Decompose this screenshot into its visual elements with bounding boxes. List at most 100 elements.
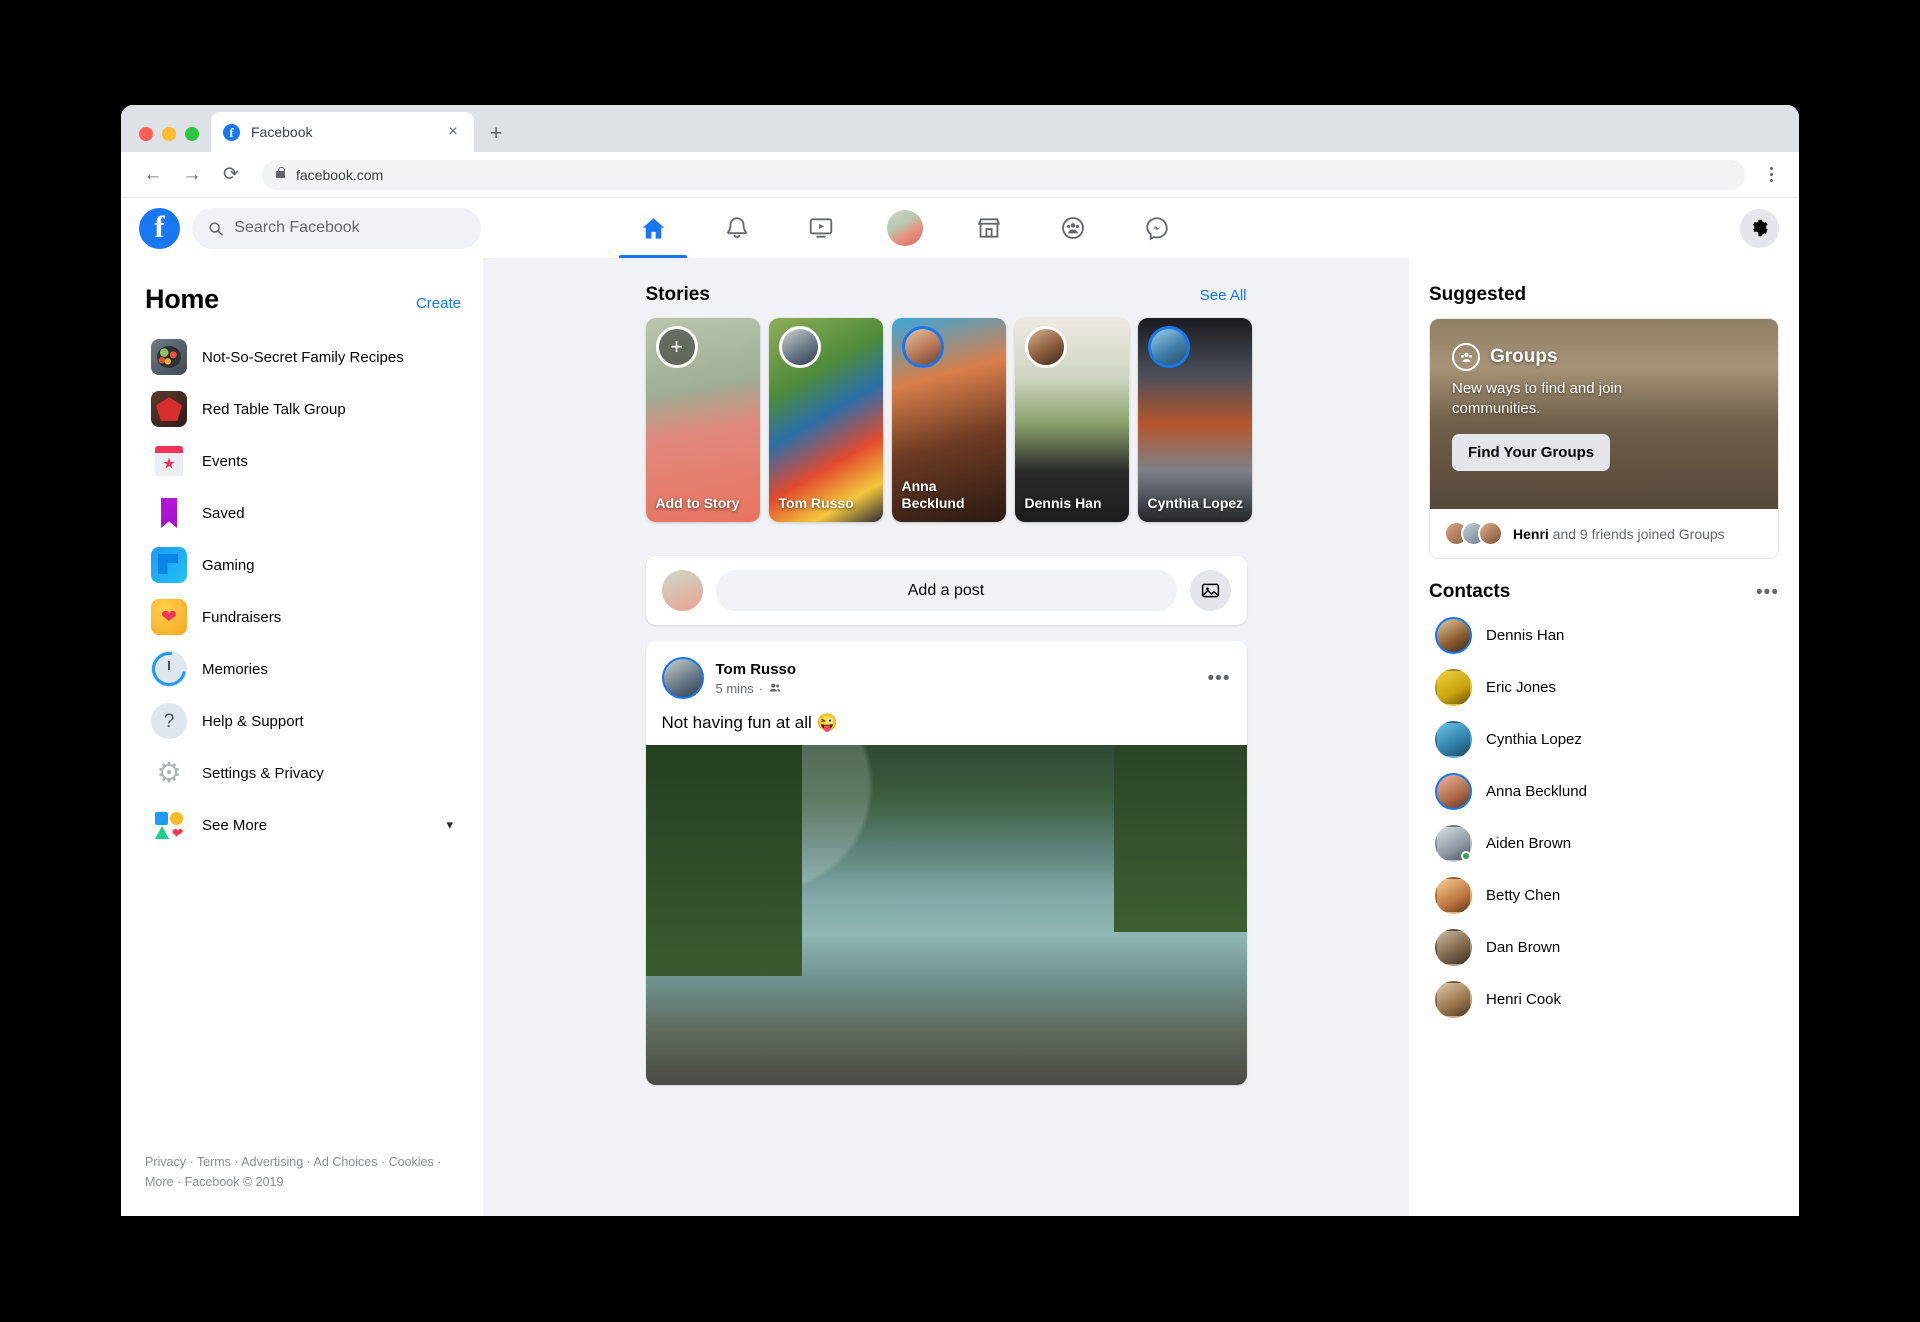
chevron-down-icon[interactable]: ▾ bbox=[446, 817, 453, 833]
close-tab-icon[interactable]: × bbox=[444, 124, 462, 140]
story-card[interactable]: Anna Becklund bbox=[891, 318, 1006, 522]
settings-button[interactable] bbox=[1740, 208, 1779, 248]
see-more-shapes-icon: ❤ bbox=[151, 807, 187, 843]
sidebar-item-red-table-talk[interactable]: Red Table Talk Group bbox=[143, 383, 461, 435]
find-your-groups-button[interactable]: Find Your Groups bbox=[1452, 433, 1611, 471]
groups-card-footer: Henri and 9 friends joined Groups bbox=[1430, 509, 1778, 558]
story-card[interactable]: Cynthia Lopez bbox=[1137, 318, 1252, 522]
browser-tab-strip: f Facebook × + bbox=[121, 105, 1799, 152]
saved-bookmark-icon bbox=[151, 495, 187, 531]
sidebar-item-label: Memories bbox=[202, 660, 268, 678]
contact-row[interactable]: Cynthia Lopez bbox=[1429, 713, 1779, 765]
contact-name: Betty Chen bbox=[1486, 886, 1561, 904]
stories-see-all-link[interactable]: See All bbox=[1200, 287, 1247, 304]
groups-badge: Groups bbox=[1452, 343, 1756, 371]
add-photo-button[interactable] bbox=[1189, 570, 1231, 611]
browser-toolbar: ← → ⟳ facebook.com bbox=[121, 152, 1799, 198]
composer-avatar bbox=[661, 570, 703, 611]
contact-row[interactable]: Anna Becklund bbox=[1429, 765, 1779, 817]
post-more-options-icon[interactable]: ••• bbox=[1208, 669, 1231, 688]
story-name: Dennis Han bbox=[1024, 494, 1102, 511]
gaming-icon bbox=[151, 547, 187, 583]
sidebar-item-label: Help & Support bbox=[202, 712, 304, 730]
contact-row[interactable]: Aiden Brown bbox=[1429, 817, 1779, 869]
maximize-window-button[interactable] bbox=[185, 127, 199, 141]
facebook-body: Home Create Not-So-Secret Family Recipes… bbox=[121, 258, 1799, 1216]
sidebar-item-see-more[interactable]: ❤ See More ▾ bbox=[143, 799, 461, 851]
back-icon[interactable]: ← bbox=[137, 159, 169, 191]
sidebar-item-label: See More bbox=[202, 816, 268, 834]
sidebar-item-label: Fundraisers bbox=[202, 608, 282, 626]
browser-tab[interactable]: f Facebook × bbox=[211, 112, 474, 152]
new-tab-button[interactable]: + bbox=[490, 123, 502, 144]
create-link[interactable]: Create bbox=[416, 295, 461, 312]
post-composer[interactable]: Add a post bbox=[645, 556, 1247, 625]
photo-icon bbox=[1201, 583, 1219, 598]
friends-icon bbox=[769, 683, 781, 692]
add-post-input[interactable]: Add a post bbox=[715, 570, 1177, 611]
groups-icon bbox=[1062, 217, 1084, 239]
browser-menu-icon[interactable] bbox=[1759, 167, 1783, 182]
stories-header: Stories See All bbox=[646, 284, 1247, 306]
sidebar-item-memories[interactable]: Memories bbox=[143, 643, 461, 695]
story-card-add[interactable]: + Add to Story bbox=[645, 318, 760, 522]
nav-marketplace[interactable] bbox=[947, 198, 1031, 258]
sidebar-item-fundraisers[interactable]: ❤ Fundraisers bbox=[143, 591, 461, 643]
sidebar-item-saved[interactable]: Saved bbox=[143, 487, 461, 539]
nav-groups[interactable] bbox=[1031, 198, 1115, 258]
feed-post: Tom Russo 5 mins · ••• Not having fun at… bbox=[645, 641, 1247, 1085]
contact-name: Aiden Brown bbox=[1486, 834, 1572, 852]
contacts-options-icon[interactable]: ••• bbox=[1756, 583, 1779, 602]
stories-row: + Add to Story Tom Russo Anna Becklund D… bbox=[645, 318, 1252, 522]
sidebar-item-gaming[interactable]: Gaming bbox=[143, 539, 461, 591]
story-card[interactable]: Tom Russo bbox=[768, 318, 883, 522]
sidebar-footer-links[interactable]: Privacy · Terms · Advertising · Ad Choic… bbox=[145, 1153, 465, 1192]
groups-icon bbox=[1452, 343, 1480, 371]
story-avatar bbox=[901, 326, 944, 368]
right-sidebar: Suggested Groups New ways to find and jo… bbox=[1409, 258, 1799, 1216]
lock-icon bbox=[276, 167, 285, 178]
profile-avatar bbox=[887, 210, 923, 246]
sidebar-item-label: Not-So-Secret Family Recipes bbox=[202, 348, 404, 366]
forward-icon[interactable]: → bbox=[176, 159, 208, 191]
sidebar-item-settings-privacy[interactable]: ⚙ Settings & Privacy bbox=[143, 747, 461, 799]
facebook-logo-icon[interactable]: f bbox=[139, 207, 180, 249]
contact-name: Eric Jones bbox=[1486, 678, 1557, 696]
help-question-icon: ? bbox=[151, 703, 187, 739]
sidebar-item-events[interactable]: ★ Events bbox=[143, 435, 461, 487]
minimize-window-button[interactable] bbox=[162, 127, 176, 141]
post-author-name[interactable]: Tom Russo bbox=[716, 661, 797, 678]
sidebar-item-help-support[interactable]: ? Help & Support bbox=[143, 695, 461, 747]
post-author-avatar[interactable] bbox=[661, 657, 704, 699]
nav-notifications[interactable] bbox=[695, 198, 779, 258]
groups-card-description: New ways to find and join communities. bbox=[1452, 380, 1623, 418]
search-box[interactable] bbox=[192, 207, 481, 249]
nav-watch[interactable] bbox=[779, 198, 863, 258]
contact-row[interactable]: Dennis Han bbox=[1429, 609, 1779, 661]
search-input[interactable] bbox=[234, 219, 465, 237]
home-icon bbox=[642, 217, 664, 239]
story-card[interactable]: Dennis Han bbox=[1014, 318, 1129, 522]
contact-row[interactable]: Dan Brown bbox=[1429, 921, 1779, 973]
sidebar-item-label: Red Table Talk Group bbox=[202, 400, 346, 418]
contact-row[interactable]: Henri Cook bbox=[1429, 973, 1779, 1025]
contact-avatar bbox=[1435, 980, 1472, 1018]
add-story-plus-icon[interactable]: + bbox=[655, 326, 698, 368]
sidebar-item-label: Gaming bbox=[202, 556, 255, 574]
contact-avatar bbox=[1435, 772, 1472, 810]
story-name: Tom Russo bbox=[778, 494, 854, 511]
recipes-thumbnail-icon bbox=[151, 339, 187, 375]
nav-home[interactable] bbox=[611, 198, 695, 258]
nav-messenger[interactable] bbox=[1115, 198, 1199, 258]
address-bar[interactable]: facebook.com bbox=[262, 159, 1745, 190]
groups-joined-text: Henri and 9 friends joined Groups bbox=[1513, 526, 1725, 542]
nav-profile[interactable] bbox=[863, 198, 947, 258]
sidebar-item-recipes[interactable]: Not-So-Secret Family Recipes bbox=[143, 331, 461, 383]
reload-icon[interactable]: ⟳ bbox=[215, 159, 247, 191]
close-window-button[interactable] bbox=[139, 127, 153, 141]
post-image[interactable] bbox=[645, 745, 1247, 1085]
contact-row[interactable]: Eric Jones bbox=[1429, 661, 1779, 713]
post-header: Tom Russo 5 mins · ••• bbox=[646, 641, 1247, 709]
suggested-groups-card[interactable]: Groups New ways to find and join communi… bbox=[1429, 318, 1779, 559]
contact-row[interactable]: Betty Chen bbox=[1429, 869, 1779, 921]
